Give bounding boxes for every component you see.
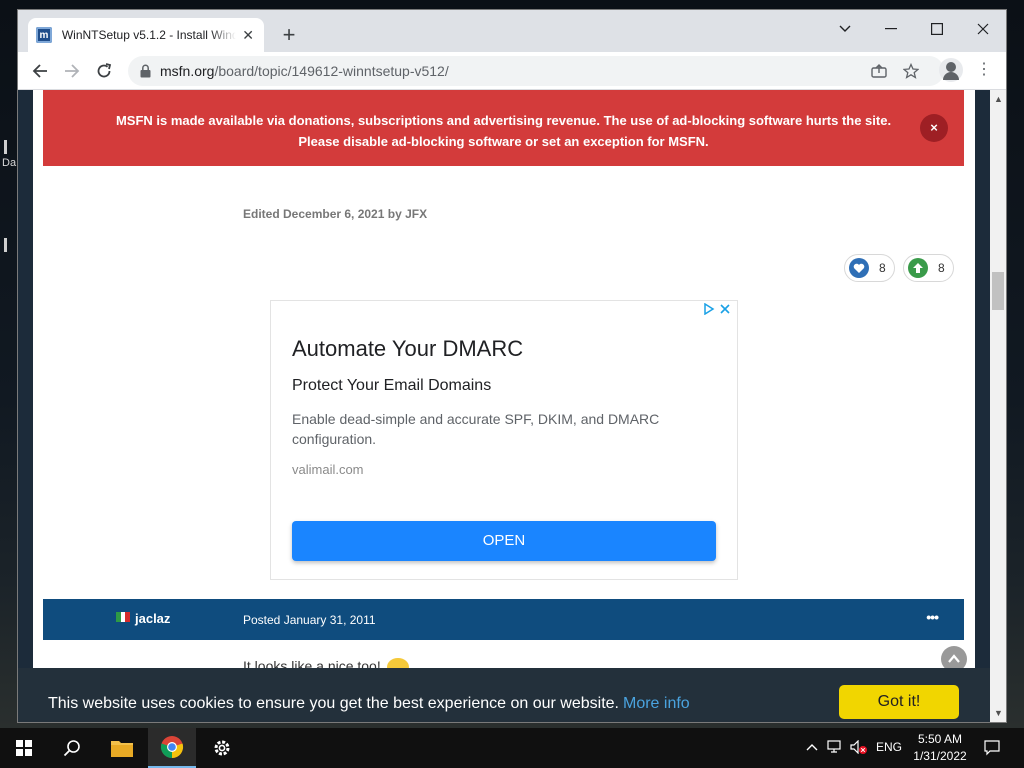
- tab-search-icon[interactable]: [822, 14, 868, 44]
- search-icon: [63, 740, 80, 757]
- advertisement[interactable]: Automate Your DMARC Protect Your Email D…: [270, 300, 738, 580]
- post-author[interactable]: jaclaz: [135, 611, 170, 626]
- cookie-more-info-link[interactable]: More info: [623, 695, 690, 712]
- browser-window: m WinNTSetup v5.1.2 - Install Windows ✕ …: [18, 10, 1006, 722]
- italy-flag-icon: [116, 612, 131, 622]
- tab-close-icon[interactable]: ✕: [240, 27, 256, 44]
- volume-muted-icon[interactable]: [850, 739, 868, 757]
- page-content: MSFN is made available via donations, su…: [33, 90, 975, 722]
- reload-button[interactable]: [91, 58, 117, 84]
- desktop-icon-edge[interactable]: [4, 140, 7, 154]
- desktop-icon-edge[interactable]: [4, 238, 7, 252]
- clock-date: 1/31/2022: [913, 749, 967, 763]
- chrome-icon: [160, 736, 184, 759]
- post-options-button[interactable]: •••: [926, 609, 939, 625]
- browser-titlebar: m WinNTSetup v5.1.2 - Install Windows ✕ …: [18, 10, 1006, 52]
- chrome-menu-icon[interactable]: ⋮: [976, 62, 992, 78]
- file-explorer-button[interactable]: [98, 728, 146, 768]
- input-language[interactable]: ENG: [876, 740, 902, 754]
- profile-avatar[interactable]: [939, 58, 963, 82]
- search-button[interactable]: [48, 728, 96, 768]
- chrome-taskbar-button[interactable]: [148, 728, 196, 768]
- share-icon[interactable]: [868, 60, 890, 82]
- edited-note: Edited December 6, 2021 by JFX: [243, 207, 428, 221]
- tab-title: WinNTSetup v5.1.2 - Install Windows: [61, 28, 237, 42]
- start-button[interactable]: [0, 728, 48, 768]
- lock-icon[interactable]: [140, 64, 151, 78]
- page-scrollbar[interactable]: ▲ ▼: [990, 90, 1006, 722]
- browser-toolbar: msfn.org/board/topic/149612-winntsetup-v…: [18, 52, 1006, 90]
- network-icon[interactable]: [827, 740, 843, 757]
- heart-icon: [849, 258, 869, 278]
- adblock-notice-banner: MSFN is made available via donations, su…: [43, 90, 964, 166]
- post-date[interactable]: Posted January 31, 2011: [243, 613, 376, 627]
- adblock-notice-line1: MSFN is made available via donations, su…: [115, 113, 892, 128]
- back-button[interactable]: [27, 58, 53, 84]
- ad-title[interactable]: Automate Your DMARC: [292, 336, 523, 362]
- reaction-like[interactable]: 8: [844, 254, 895, 282]
- forward-button[interactable]: [59, 58, 85, 84]
- reaction-like-count: 8: [879, 261, 886, 275]
- address-bar[interactable]: msfn.org/board/topic/149612-winntsetup-v…: [128, 56, 944, 86]
- cookie-consent-bar: This website uses cookies to ensure you …: [18, 668, 990, 722]
- action-center-icon[interactable]: [984, 740, 1000, 759]
- cookie-message: This website uses cookies to ensure you …: [48, 695, 690, 712]
- ad-open-button[interactable]: OPEN: [292, 521, 716, 561]
- close-banner-button[interactable]: ×: [920, 114, 948, 142]
- minimize-button[interactable]: [868, 14, 914, 44]
- windows-logo-icon: [16, 740, 32, 756]
- reaction-upvote[interactable]: 8: [903, 254, 954, 282]
- page-viewport: MSFN is made available via donations, su…: [18, 90, 990, 722]
- desktop-icon-label[interactable]: Da: [2, 157, 16, 169]
- msfn-favicon-icon: m: [36, 27, 52, 43]
- taskbar: ENG 5:50 AM 1/31/2022: [0, 728, 1024, 768]
- ad-domain[interactable]: valimail.com: [292, 462, 364, 477]
- adchoices-icon[interactable]: [703, 302, 733, 318]
- ad-subtitle[interactable]: Protect Your Email Domains: [292, 377, 491, 395]
- show-hidden-icons-chevron-icon[interactable]: [806, 740, 818, 754]
- url-text[interactable]: msfn.org/board/topic/149612-winntsetup-v…: [160, 63, 449, 79]
- adblock-notice-line2: Please disable ad-blocking software or s…: [298, 134, 709, 149]
- new-tab-button[interactable]: +: [276, 22, 302, 48]
- close-window-button[interactable]: [960, 14, 1006, 44]
- scroll-down-arrow-icon[interactable]: ▼: [994, 708, 1003, 718]
- reaction-upvote-count: 8: [938, 261, 945, 275]
- system-clock[interactable]: 5:50 AM 1/31/2022: [912, 731, 968, 765]
- scroll-up-arrow-icon[interactable]: ▲: [994, 94, 1003, 104]
- browser-tab[interactable]: m WinNTSetup v5.1.2 - Install Windows ✕: [28, 18, 264, 52]
- folder-icon: [111, 741, 133, 757]
- upvote-icon: [908, 258, 928, 278]
- clock-time: 5:50 AM: [917, 732, 963, 746]
- ad-body[interactable]: Enable dead-simple and accurate SPF, DKI…: [292, 409, 722, 449]
- scrollbar-thumb[interactable]: [992, 272, 1004, 310]
- post-header: jaclaz Posted January 31, 2011 •••: [43, 599, 964, 640]
- bookmark-star-icon[interactable]: [900, 60, 922, 82]
- gear-icon: [214, 740, 230, 756]
- cookie-accept-button[interactable]: Got it!: [839, 685, 959, 719]
- settings-taskbar-button[interactable]: [198, 728, 246, 768]
- maximize-button[interactable]: [914, 14, 960, 44]
